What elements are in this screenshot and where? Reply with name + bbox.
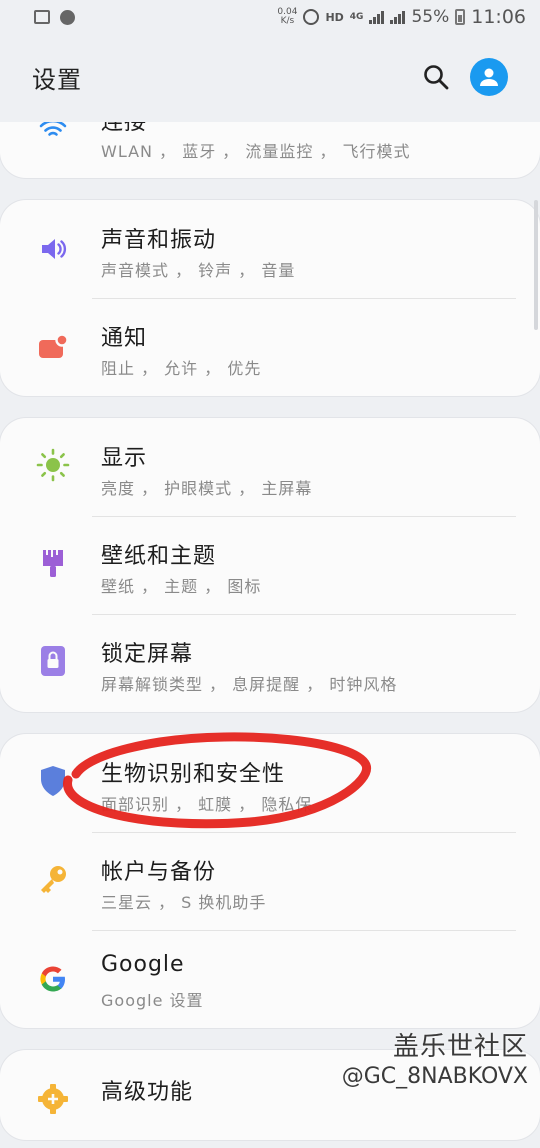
settings-group-display: 显示 亮度 ， 护眼模式 ， 主屏幕 壁纸和主题 壁纸 ， 主题 ， 图标 锁定… (0, 418, 540, 712)
key-icon (36, 862, 70, 896)
item-title: Google (101, 952, 185, 977)
item-subtitle: 声音模式 ， 铃声 ， 音量 (101, 261, 296, 280)
gallery-icon (34, 10, 50, 24)
settings-item-lockscreen[interactable]: 锁定屏幕 屏幕解锁类型 ， 息屏提醒 ， 时钟风格 (0, 614, 540, 712)
settings-item-display[interactable]: 显示 亮度 ， 护眼模式 ， 主屏幕 (0, 418, 540, 516)
watermark-title: 盖乐世社区 (392, 1032, 528, 1062)
settings-item-accounts[interactable]: 帐户与备份 三星云 ， S 换机助手 (0, 832, 540, 930)
signal-icon (369, 10, 385, 24)
gear-plus-icon (36, 1082, 70, 1116)
battery-percent: 55% (411, 7, 450, 27)
item-subtitle: 三星云 ， S 换机助手 (101, 893, 267, 912)
hd-indicator: HD (325, 10, 344, 24)
item-title: 锁定屏幕 (101, 642, 194, 667)
item-subtitle: 屏幕解锁类型 ， 息屏提醒 ， 时钟风格 (101, 675, 398, 694)
paintbrush-icon (36, 546, 70, 580)
settings-item-notifications[interactable]: 通知 阻止 ， 允许 ， 优先 (0, 298, 540, 396)
item-title: 壁纸和主题 (101, 544, 217, 569)
settings-item-google[interactable]: Google Google 设置 (0, 930, 540, 1028)
item-subtitle: Google 设置 (101, 991, 204, 1010)
google-icon (36, 962, 70, 996)
settings-item-biometrics[interactable]: 生物识别和安全性 面部识别 ， 虹膜 ， 隐私保 (0, 734, 540, 832)
settings-group-security: 生物识别和安全性 面部识别 ， 虹膜 ， 隐私保 帐户与备份 三星云 ， S 换… (0, 734, 540, 1028)
scrollbar[interactable] (534, 200, 538, 330)
item-subtitle: WLAN ， 蓝牙 ， 流量监控 ， 飞行模式 (101, 142, 411, 161)
item-title: 通知 (101, 326, 148, 351)
account-icon (480, 68, 498, 86)
watermark-handle: @GC_8NABKOVX (341, 1064, 528, 1089)
shield-icon (36, 764, 70, 798)
item-subtitle: 亮度 ， 护眼模式 ， 主屏幕 (101, 479, 313, 498)
battery-icon (455, 9, 466, 25)
item-subtitle: 壁纸 ， 主题 ， 图标 (101, 577, 262, 596)
item-title: 显示 (101, 446, 148, 471)
lock-icon (36, 644, 70, 678)
alarm-icon (303, 9, 320, 25)
app-header-front: 设置 (0, 34, 540, 120)
search-icon (424, 65, 449, 90)
item-title: 声音和振动 (101, 228, 217, 253)
item-subtitle: 面部识别 ， 虹膜 ， 隐私保 (101, 795, 313, 814)
network-speed: 0.04 K/s (277, 7, 298, 26)
item-title: 帐户与备份 (101, 860, 217, 885)
settings-item-sound[interactable]: 声音和振动 声音模式 ， 铃声 ， 音量 (0, 200, 540, 298)
settings-item-wallpaper[interactable]: 壁纸和主题 壁纸 ， 主题 ， 图标 (0, 516, 540, 614)
speaker-icon (36, 232, 70, 266)
item-title: 高级功能 (101, 1080, 194, 1105)
brightness-icon (36, 448, 70, 482)
status-bar: 0.04 K/s HD 4G 55% 11:06 (0, 0, 540, 34)
item-title: 生物识别和安全性 (101, 762, 286, 787)
clock-time: 11:06 (471, 6, 526, 28)
app-notification-icon (60, 9, 75, 25)
search-button-front[interactable] (416, 57, 456, 97)
network-type: 4G (349, 12, 364, 22)
account-button-front[interactable] (470, 58, 508, 96)
notification-icon (36, 330, 70, 364)
page-title-front: 设置 (32, 65, 82, 94)
signal-icon-2 (390, 10, 406, 24)
settings-group-sound: 声音和振动 声音模式 ， 铃声 ， 音量 通知 阻止 ， 允许 ， 优先 (0, 200, 540, 396)
item-subtitle: 阻止 ， 允许 ， 优先 (101, 359, 262, 378)
